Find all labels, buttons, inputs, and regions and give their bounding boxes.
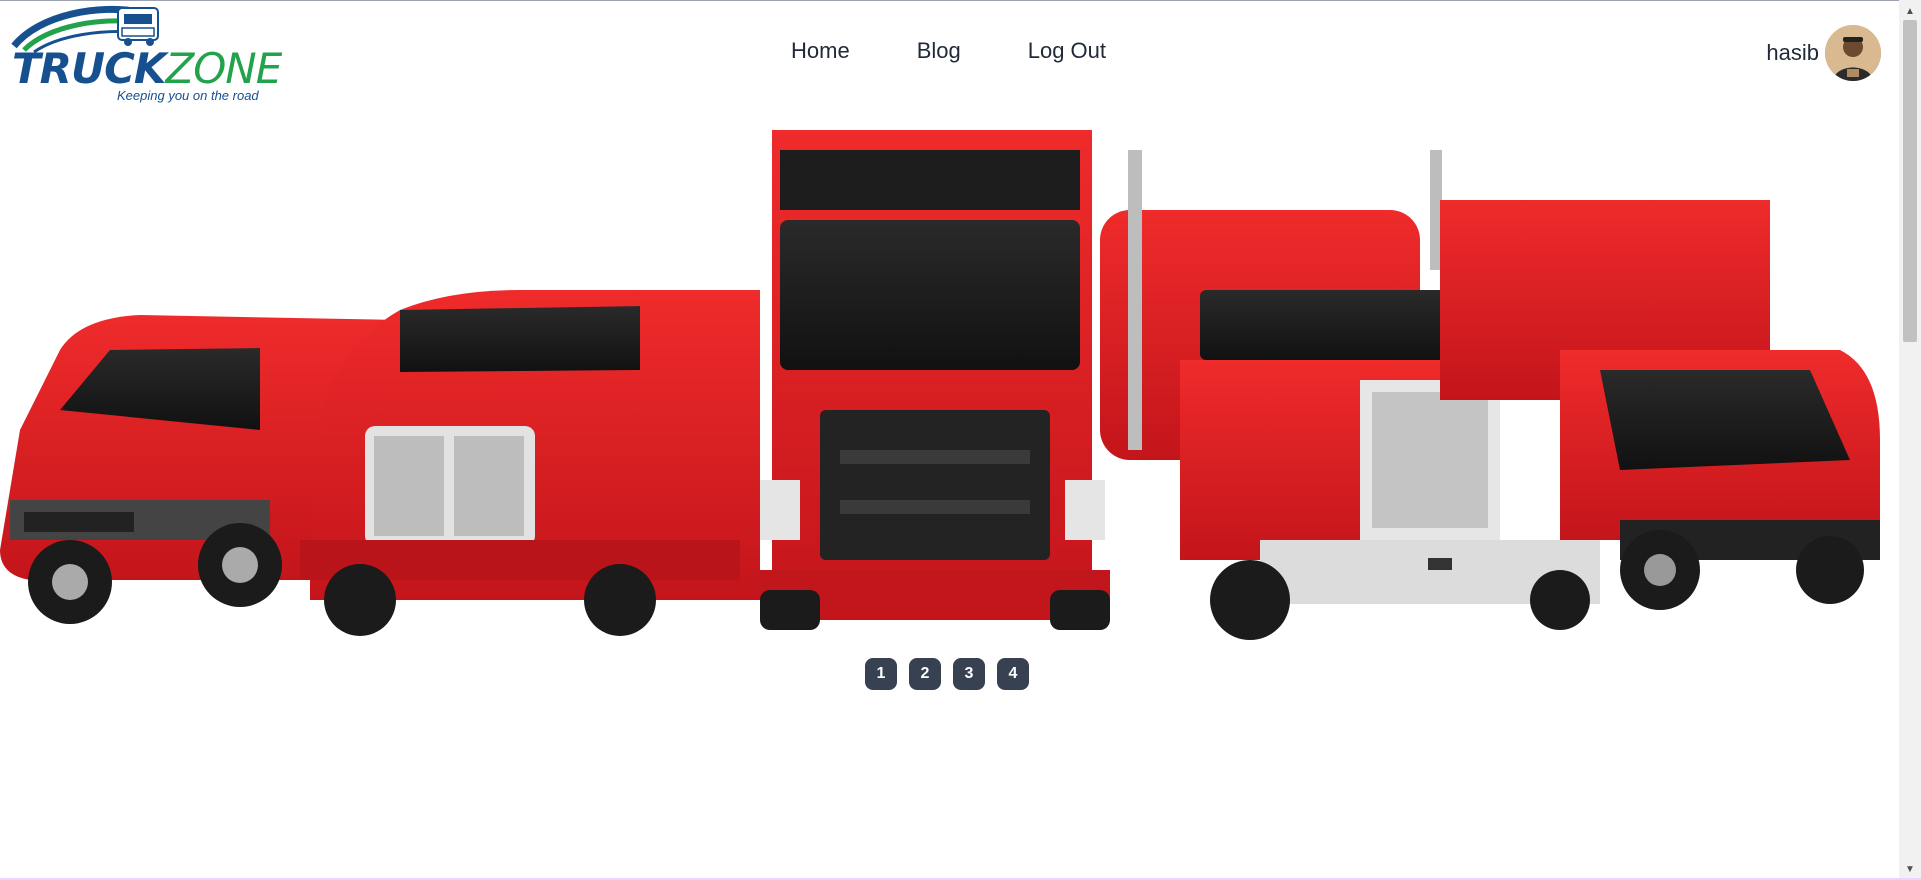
semi-truck-1 <box>300 290 760 636</box>
brand-name: TRUCKZONE <box>12 44 282 93</box>
username[interactable]: hasib <box>1766 40 1819 66</box>
user-menu[interactable]: hasib <box>1766 25 1881 81</box>
nav-logout[interactable]: Log Out <box>1028 38 1106 64</box>
main-nav: Home Blog Log Out <box>791 38 1106 64</box>
page-3-button[interactable]: 3 <box>953 658 985 690</box>
red-trucks-image <box>0 130 1880 640</box>
avatar-person-icon <box>1825 25 1881 81</box>
scroll-up-arrow-icon[interactable]: ▲ <box>1899 2 1921 20</box>
nav-blog[interactable]: Blog <box>917 38 961 64</box>
page-4-button[interactable]: 4 <box>997 658 1029 690</box>
hero-image <box>0 110 1900 650</box>
logo[interactable]: TRUCKZONE Keeping you on the road <box>10 4 282 104</box>
nav-home[interactable]: Home <box>791 38 850 64</box>
scroll-down-arrow-icon[interactable]: ▼ <box>1899 860 1921 878</box>
page-1-button[interactable]: 1 <box>865 658 897 690</box>
vertical-scrollbar[interactable]: ▲ ▼ <box>1899 0 1921 880</box>
center-truck <box>760 130 1110 630</box>
avatar[interactable] <box>1825 25 1881 81</box>
brand-tagline: Keeping you on the road <box>117 88 259 103</box>
scroll-thumb[interactable] <box>1903 20 1917 342</box>
carousel-pager: 1 2 3 4 <box>865 658 1029 690</box>
top-border <box>0 0 1921 1</box>
page-2-button[interactable]: 2 <box>909 658 941 690</box>
